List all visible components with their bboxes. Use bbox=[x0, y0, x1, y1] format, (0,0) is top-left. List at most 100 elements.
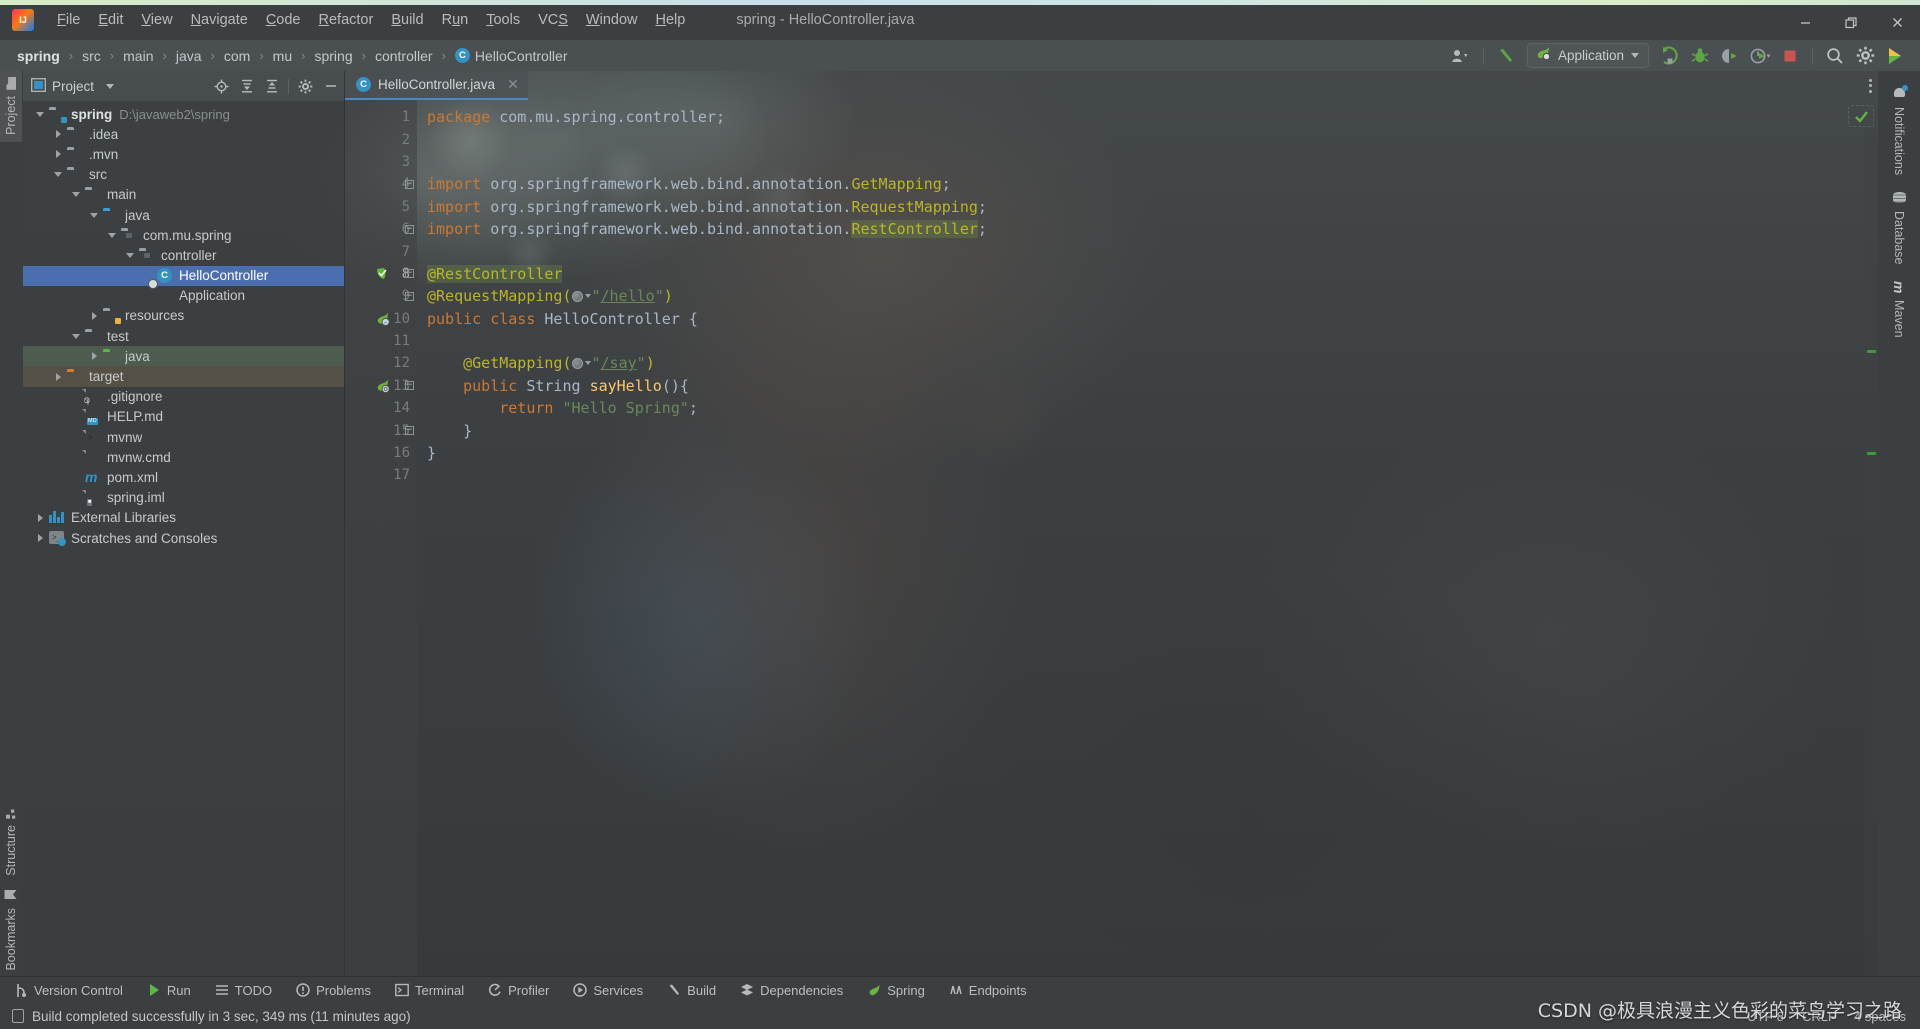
tool-window-terminal[interactable]: Terminal bbox=[385, 980, 474, 1001]
gutter-line-5[interactable]: 5 bbox=[345, 196, 417, 218]
gutter-line-9[interactable]: −9 bbox=[345, 285, 417, 307]
tree-node-java[interactable]: java bbox=[23, 346, 345, 367]
tool-window-endpoints[interactable]: Endpoints bbox=[939, 980, 1037, 1001]
tree-node-mvnw-cmd[interactable]: mvnw.cmd bbox=[23, 447, 345, 467]
breadcrumb-item-spring[interactable]: spring bbox=[14, 46, 63, 66]
chevron-down-icon[interactable] bbox=[67, 192, 85, 198]
breadcrumb-item-src[interactable]: src bbox=[79, 46, 104, 66]
panel-divider[interactable] bbox=[344, 71, 345, 978]
tool-window-services[interactable]: Services bbox=[563, 980, 653, 1001]
tree-node-mvnw[interactable]: > mvnw bbox=[23, 427, 345, 447]
tree-node-src[interactable]: src bbox=[23, 165, 345, 185]
tree-node-help-md[interactable]: MD HELP.md bbox=[23, 407, 345, 427]
inspection-status-widget[interactable] bbox=[1848, 105, 1874, 127]
build-hammer-icon[interactable] bbox=[1491, 43, 1521, 69]
status-bar-item[interactable]: 4 spaces bbox=[1854, 1009, 1906, 1024]
code-fold-toggle[interactable]: − bbox=[405, 291, 414, 301]
code-line-1[interactable]: package com.mu.spring.controller; bbox=[417, 106, 1878, 128]
gutter-line-10[interactable]: e 10 bbox=[345, 308, 417, 330]
scrollbar-marker[interactable] bbox=[1867, 451, 1876, 455]
status-bar-item[interactable]: UTF-8 bbox=[1747, 1009, 1784, 1024]
breadcrumb-item-spring[interactable]: spring bbox=[311, 46, 355, 66]
tool-window-spring[interactable]: Spring bbox=[857, 980, 935, 1001]
tree-node-spring[interactable]: spring D:\javaweb2\spring bbox=[23, 104, 345, 124]
tool-window-problems[interactable]: Problems bbox=[286, 980, 381, 1001]
gutter-line-14[interactable]: 14 bbox=[345, 397, 417, 419]
breadcrumb-item-com[interactable]: com bbox=[221, 46, 253, 66]
menu-navigate[interactable]: Navigate bbox=[182, 8, 257, 32]
collapse-all-icon[interactable] bbox=[259, 74, 284, 98]
menu-file[interactable]: File bbox=[48, 8, 89, 32]
hide-panel-icon[interactable] bbox=[318, 74, 343, 98]
code-fold-toggle[interactable]: − bbox=[405, 381, 414, 391]
updates-icon[interactable] bbox=[1880, 43, 1910, 69]
spring-bean-icon[interactable]: e bbox=[375, 311, 391, 327]
tool-window-version-control[interactable]: Version Control bbox=[4, 980, 133, 1001]
chevron-down-icon[interactable] bbox=[67, 333, 85, 339]
tool-window-todo[interactable]: TODO bbox=[205, 980, 282, 1001]
chevron-down-icon[interactable] bbox=[584, 294, 591, 299]
gutter-line-11[interactable]: 11 bbox=[345, 330, 417, 352]
tree-node-main[interactable]: main bbox=[23, 185, 345, 205]
code-fold-toggle[interactable]: − bbox=[405, 179, 414, 189]
gutter-line-12[interactable]: 12 bbox=[345, 352, 417, 374]
chevron-down-icon[interactable] bbox=[103, 232, 121, 238]
menu-help[interactable]: Help bbox=[646, 8, 694, 32]
stripe-tab-maven[interactable]: m Maven bbox=[1886, 273, 1912, 346]
tool-window-run[interactable]: Run bbox=[137, 980, 201, 1001]
gutter-line-16[interactable]: 16 bbox=[345, 442, 417, 464]
stripe-tab-database[interactable]: Database bbox=[1887, 183, 1911, 273]
chevron-down-icon[interactable] bbox=[584, 361, 591, 366]
tree-node--gitignore[interactable]: ⃠ .gitignore bbox=[23, 387, 345, 407]
tree-node--mvn[interactable]: .mvn bbox=[23, 144, 345, 164]
chevron-right-icon[interactable] bbox=[49, 150, 67, 159]
code-line-9[interactable]: @RequestMapping("/hello ") bbox=[417, 285, 1878, 307]
status-bar-item[interactable]: CRLF bbox=[1802, 1009, 1836, 1024]
profiler-icon[interactable] bbox=[1745, 43, 1775, 69]
tree-node-hellocontroller[interactable]: C HelloController bbox=[23, 265, 345, 286]
stripe-tab-structure[interactable]: Structure bbox=[0, 800, 22, 883]
search-everywhere-icon[interactable] bbox=[1820, 43, 1850, 69]
gutter-line-4[interactable]: −4 bbox=[345, 173, 417, 195]
code-line-7[interactable] bbox=[417, 240, 1878, 262]
gutter-line-6[interactable]: −6 bbox=[345, 218, 417, 240]
web-mapping-globe-icon[interactable] bbox=[571, 357, 583, 369]
tree-node-java[interactable]: java bbox=[23, 205, 345, 225]
project-panel-title-group[interactable]: Project bbox=[31, 77, 115, 95]
panel-settings-icon[interactable] bbox=[293, 74, 318, 98]
editor-marker-scrollbar[interactable] bbox=[1864, 129, 1878, 978]
gutter-line-7[interactable]: 7 bbox=[345, 240, 417, 262]
stop-icon[interactable] bbox=[1775, 43, 1805, 69]
code-text[interactable]: package com.mu.spring.controller; import … bbox=[417, 100, 1878, 978]
code-line-14[interactable]: return "Hello Spring"; bbox=[417, 397, 1878, 419]
menu-code[interactable]: Code bbox=[257, 8, 310, 32]
menu-edit[interactable]: Edit bbox=[89, 8, 132, 32]
tree-node-application[interactable]: Application bbox=[23, 286, 345, 306]
code-line-2[interactable] bbox=[417, 128, 1878, 150]
close-button[interactable] bbox=[1874, 5, 1920, 40]
maximize-button[interactable] bbox=[1828, 5, 1874, 40]
chevron-down-icon[interactable] bbox=[121, 252, 139, 258]
code-line-10[interactable]: public class HelloController { bbox=[417, 308, 1878, 330]
chevron-down-icon[interactable] bbox=[85, 212, 103, 218]
code-line-5[interactable]: import org.springframework.web.bind.anno… bbox=[417, 196, 1878, 218]
more-options-icon[interactable] bbox=[1869, 78, 1872, 93]
close-icon[interactable]: ✕ bbox=[507, 76, 519, 93]
chevron-down-icon[interactable] bbox=[106, 83, 115, 89]
user-account-icon[interactable] bbox=[1446, 43, 1476, 69]
run-configuration-selector[interactable]: Application bbox=[1526, 43, 1649, 68]
breadcrumb-item-mu[interactable]: mu bbox=[270, 46, 295, 66]
tree-node-external-libraries[interactable]: External Libraries bbox=[23, 508, 345, 528]
tree-node-target[interactable]: target bbox=[23, 366, 345, 387]
code-fold-toggle[interactable]: − bbox=[405, 224, 414, 234]
code-line-12[interactable]: @GetMapping("/say ") bbox=[417, 352, 1878, 374]
breadcrumb-item-hellocontroller[interactable]: C HelloController bbox=[452, 46, 571, 66]
tool-window-dependencies[interactable]: Dependencies bbox=[730, 980, 853, 1001]
code-line-8[interactable]: @RestController bbox=[417, 263, 1878, 285]
code-line-6[interactable]: import org.springframework.web.bind.anno… bbox=[417, 218, 1878, 240]
gutter-line-2[interactable]: 2 bbox=[345, 128, 417, 150]
chevron-right-icon[interactable] bbox=[85, 352, 103, 361]
gutter-line-3[interactable]: 3 bbox=[345, 151, 417, 173]
scrollbar-marker[interactable] bbox=[1867, 349, 1876, 353]
chevron-right-icon[interactable] bbox=[49, 130, 67, 139]
